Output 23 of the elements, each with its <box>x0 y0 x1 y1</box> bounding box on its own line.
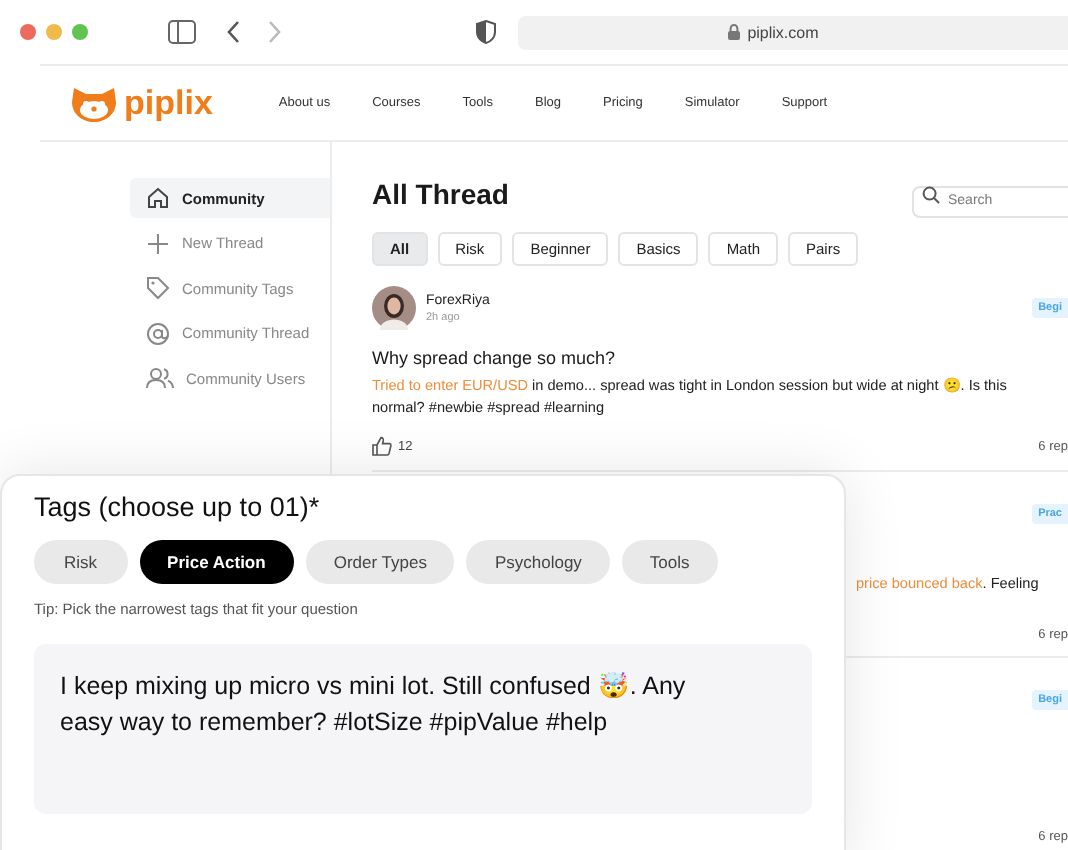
page-title: All Thread <box>372 178 509 210</box>
tag-chip[interactable]: Psychology <box>466 540 610 584</box>
thumbs-up-icon[interactable] <box>372 436 392 456</box>
address-bar[interactable]: piplix.com <box>518 15 1068 49</box>
lock-icon <box>727 24 740 40</box>
tag-chip[interactable]: Tools <box>621 540 718 584</box>
shield-icon[interactable] <box>476 20 496 44</box>
post-title[interactable]: Why spread change so much? <box>372 348 1068 368</box>
tag-chip[interactable]: Price Action <box>139 540 294 584</box>
close-window-button[interactable] <box>20 24 36 40</box>
home-icon <box>146 186 170 210</box>
at-icon <box>146 321 170 345</box>
panda-logo-icon[interactable] <box>68 83 120 123</box>
back-icon[interactable] <box>226 20 242 44</box>
search-icon <box>922 185 940 203</box>
tags-heading: Tags (choose up to 01)* <box>34 492 322 522</box>
sidebar-icon[interactable] <box>168 20 196 44</box>
tag-chip[interactable]: Risk <box>34 540 128 584</box>
plus-icon <box>146 231 170 255</box>
tag-icon <box>146 276 170 300</box>
tag-chip[interactable]: Order Types <box>305 540 455 584</box>
users-icon <box>146 366 174 390</box>
question-field[interactable]: I keep mixing up micro vs mini lot. Still confused 🤯. Any easy way to remember? #lotSize #pipValue #help <box>34 644 812 814</box>
